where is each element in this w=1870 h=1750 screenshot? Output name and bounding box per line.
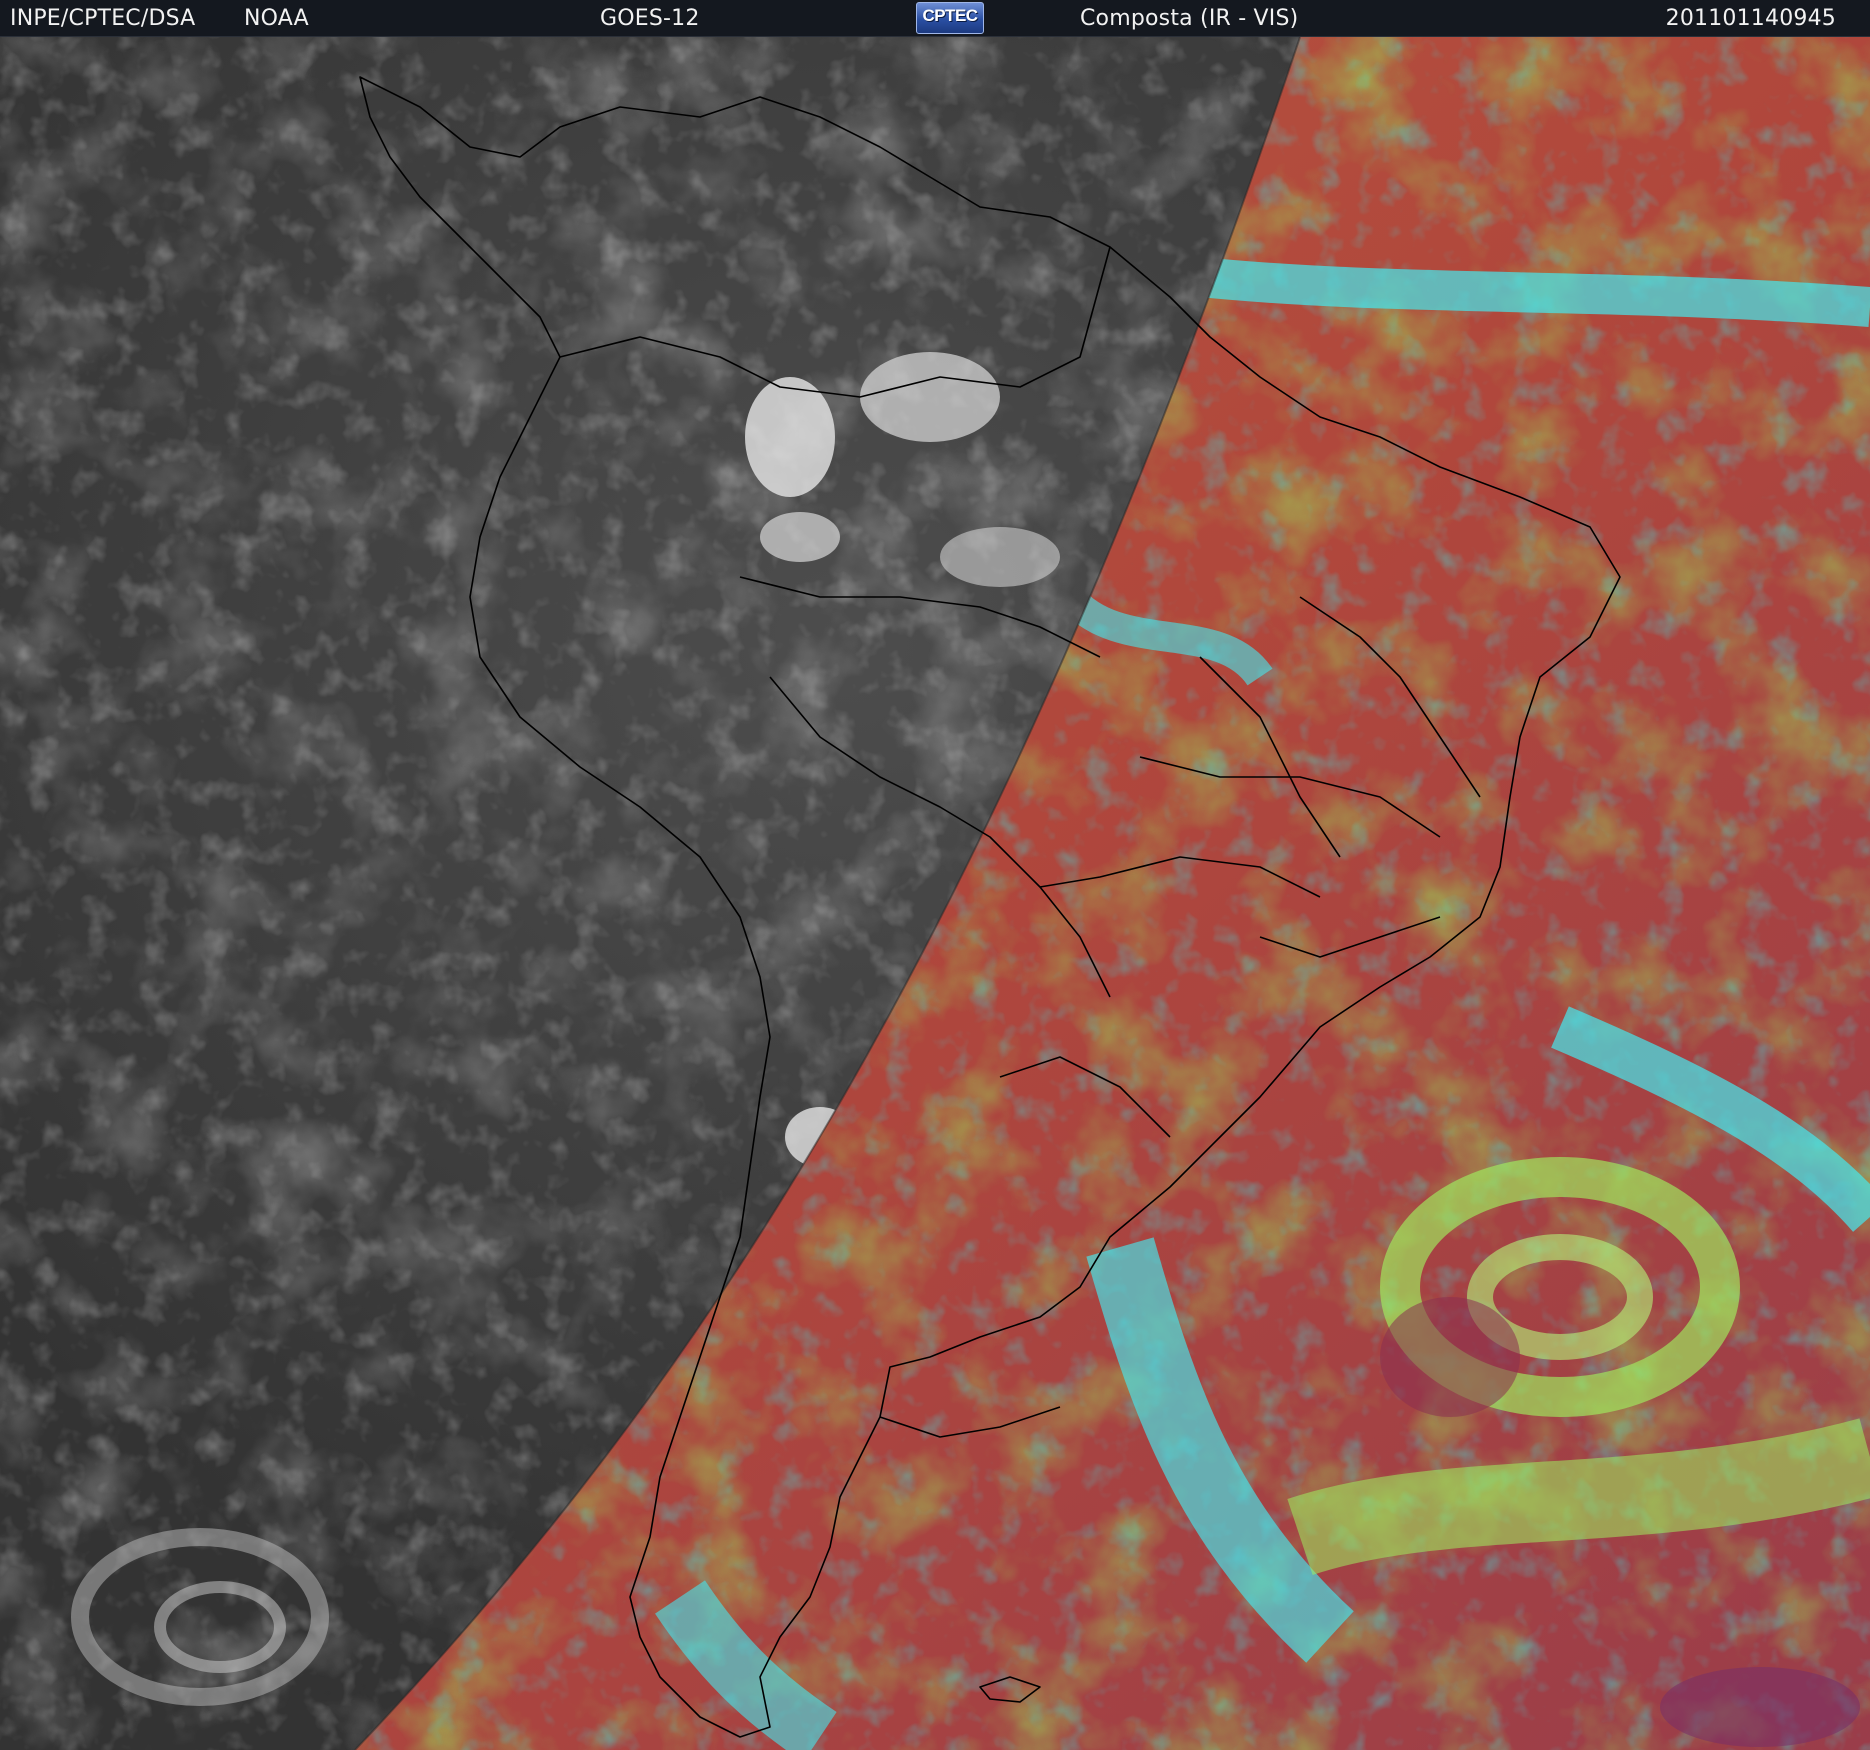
cptec-logo: CPTEC [916, 2, 984, 34]
timestamp-label: 201101140945 [1665, 6, 1836, 31]
agency-label: INPE/CPTEC/DSA [10, 6, 196, 31]
satellite-image [0, 37, 1870, 1750]
cptec-logo-text: CPTEC [922, 6, 978, 25]
header-bar: INPE/CPTEC/DSA NOAA GOES-12 CPTEC Compos… [0, 0, 1870, 37]
source-label: NOAA [244, 6, 309, 31]
product-label: Composta (IR - VIS) [1080, 6, 1299, 31]
satellite-label: GOES-12 [600, 6, 700, 31]
composite-image-svg [0, 37, 1870, 1750]
